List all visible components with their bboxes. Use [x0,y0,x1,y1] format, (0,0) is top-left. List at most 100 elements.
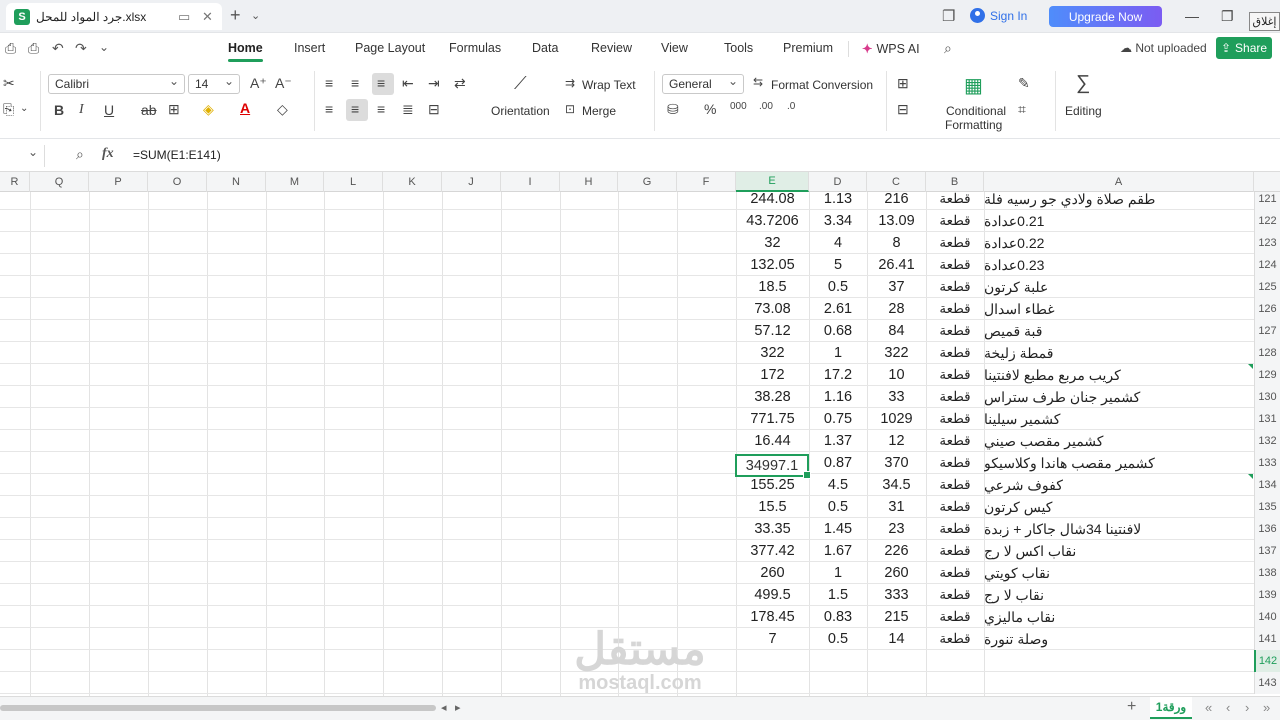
close-tab-icon[interactable]: ✕ [202,9,213,25]
row-header[interactable]: 122 [1254,210,1280,232]
row-header[interactable]: 136 [1254,518,1280,540]
row-header[interactable]: 135 [1254,496,1280,518]
text-direction-icon[interactable]: ⇄ [454,75,466,92]
last-sheet-icon[interactable]: » [1263,700,1270,715]
cell-item-name[interactable]: كيس كرتون [984,496,1254,518]
screen-icon[interactable]: ▭ [178,9,190,25]
row-header[interactable]: 128 [1254,342,1280,364]
print-icon[interactable]: ⎙ [5,40,16,57]
cell-d[interactable]: 0.75 [809,408,867,430]
cell-e[interactable]: 7 [736,628,809,650]
cell-item-name[interactable]: نقاب اكس لا رج [984,540,1254,562]
cell-item-name[interactable]: نقاب كويتي [984,562,1254,584]
tab-insert[interactable]: Insert [294,41,325,55]
name-box[interactable] [0,145,45,167]
cloud-status[interactable]: ☁ Not uploaded [1120,41,1207,55]
cell-d[interactable]: 1 [809,562,867,584]
select-all-corner[interactable] [1254,172,1280,192]
cell-c[interactable]: 33 [867,386,926,408]
increase-decimal-icon[interactable]: .00 [759,101,773,112]
cell-c[interactable]: 84 [867,320,926,342]
cell-unit[interactable]: قطعة [926,298,984,320]
cell-item-name[interactable]: قبة قميص [984,320,1254,342]
align-right-icon[interactable]: ≡ [377,101,385,117]
search-icon[interactable]: ⌕ [944,40,952,57]
row-header[interactable]: 143 [1254,672,1280,694]
row-header[interactable]: 141 [1254,628,1280,650]
more-chevron-icon[interactable]: ⌄ [99,40,109,54]
column-header[interactable]: K [383,172,442,192]
cell-d[interactable]: 0.5 [809,276,867,298]
tab-page-layout[interactable]: Page Layout [355,41,425,55]
cell-unit[interactable]: قطعة [926,474,984,496]
cell-item-name[interactable]: كريب مربع مطبع لافنتينا [984,364,1254,386]
tab-home[interactable]: Home [228,41,263,62]
cell-e[interactable]: 57.12 [736,320,809,342]
cell-d[interactable]: 0.83 [809,606,867,628]
column-header[interactable]: Q [30,172,89,192]
decrease-indent-icon[interactable]: ⇤ [402,75,414,92]
new-tab-icon[interactable]: + [230,5,241,26]
cell-c[interactable]: 12 [867,430,926,452]
cell-item-name[interactable] [984,672,1254,694]
row-header[interactable]: 134 [1254,474,1280,496]
column-header[interactable]: O [148,172,207,192]
tab-premium[interactable]: Premium [783,41,833,55]
justify-icon[interactable]: ≣ [402,101,414,118]
cell-d[interactable]: 0.87 [809,452,867,474]
column-header[interactable]: C [867,172,926,192]
cell-item-name[interactable] [984,650,1254,672]
cell-e[interactable]: 38.28 [736,386,809,408]
clear-format-icon[interactable]: ◇ [277,101,288,118]
cell-unit[interactable]: قطعة [926,320,984,342]
cell-unit[interactable]: قطعة [926,408,984,430]
cell-unit[interactable]: قطعة [926,540,984,562]
fx-icon[interactable]: fx [102,146,114,162]
cell-c[interactable]: 31 [867,496,926,518]
spreadsheet-grid[interactable]: 244.08 1.13 216 قطعة طقم صلاة ولادي جو رسيه … [0,192,1280,696]
cell-unit[interactable]: قطعة [926,518,984,540]
cell-item-name[interactable]: وصلة تنورة [984,628,1254,650]
cell-unit[interactable]: قطعة [926,628,984,650]
decrease-font-icon[interactable]: A⁻ [275,75,292,92]
cell-e[interactable]: 771.75 [736,408,809,430]
align-middle-icon[interactable]: ≡ [351,75,359,91]
increase-font-icon[interactable]: A⁺ [250,75,267,92]
column-header[interactable]: G [618,172,677,192]
cell-item-name[interactable]: كفوف شرعي [984,474,1254,496]
cell-e[interactable]: 43.7206 [736,210,809,232]
row-header[interactable]: 140 [1254,606,1280,628]
cell-unit[interactable] [926,650,984,672]
cell-e[interactable]: 18.5 [736,276,809,298]
row-column-icon[interactable]: ⊞ [897,75,909,92]
share-button[interactable]: ⇪ Share [1216,37,1272,59]
cell-d[interactable] [809,672,867,694]
row-header[interactable]: 121 [1254,192,1280,210]
add-sheet-icon[interactable]: + [1127,698,1136,716]
print-preview-icon[interactable]: ⎙ [28,40,39,57]
column-header[interactable]: I [501,172,560,192]
sum-icon[interactable]: ∑ [1076,72,1090,95]
cell-unit[interactable]: قطعة [926,364,984,386]
cell-unit[interactable]: قطعة [926,232,984,254]
cell-c[interactable]: 10 [867,364,926,386]
column-header-selected[interactable]: E [736,172,809,192]
column-header[interactable]: F [677,172,736,192]
column-header[interactable]: M [266,172,324,192]
thousands-icon[interactable]: 000 [730,101,747,112]
cell-unit[interactable]: قطعة [926,606,984,628]
format-conversion-button[interactable]: Format Conversion [771,78,873,92]
cut-icon[interactable]: ✂ [3,75,15,92]
restore-layout-icon[interactable]: ❐ [942,7,955,25]
undo-icon[interactable]: ↶ [52,40,64,57]
tab-data[interactable]: Data [532,41,558,55]
cell-c[interactable]: 26.41 [867,254,926,276]
cell-d[interactable]: 2.61 [809,298,867,320]
font-size-dropdown[interactable]: 14 [188,74,240,94]
cell-c[interactable]: 8 [867,232,926,254]
row-header[interactable]: 130 [1254,386,1280,408]
cell-d[interactable]: 1.67 [809,540,867,562]
cell-d[interactable]: 1.45 [809,518,867,540]
row-header[interactable]: 125 [1254,276,1280,298]
percent-icon[interactable]: % [704,101,716,117]
